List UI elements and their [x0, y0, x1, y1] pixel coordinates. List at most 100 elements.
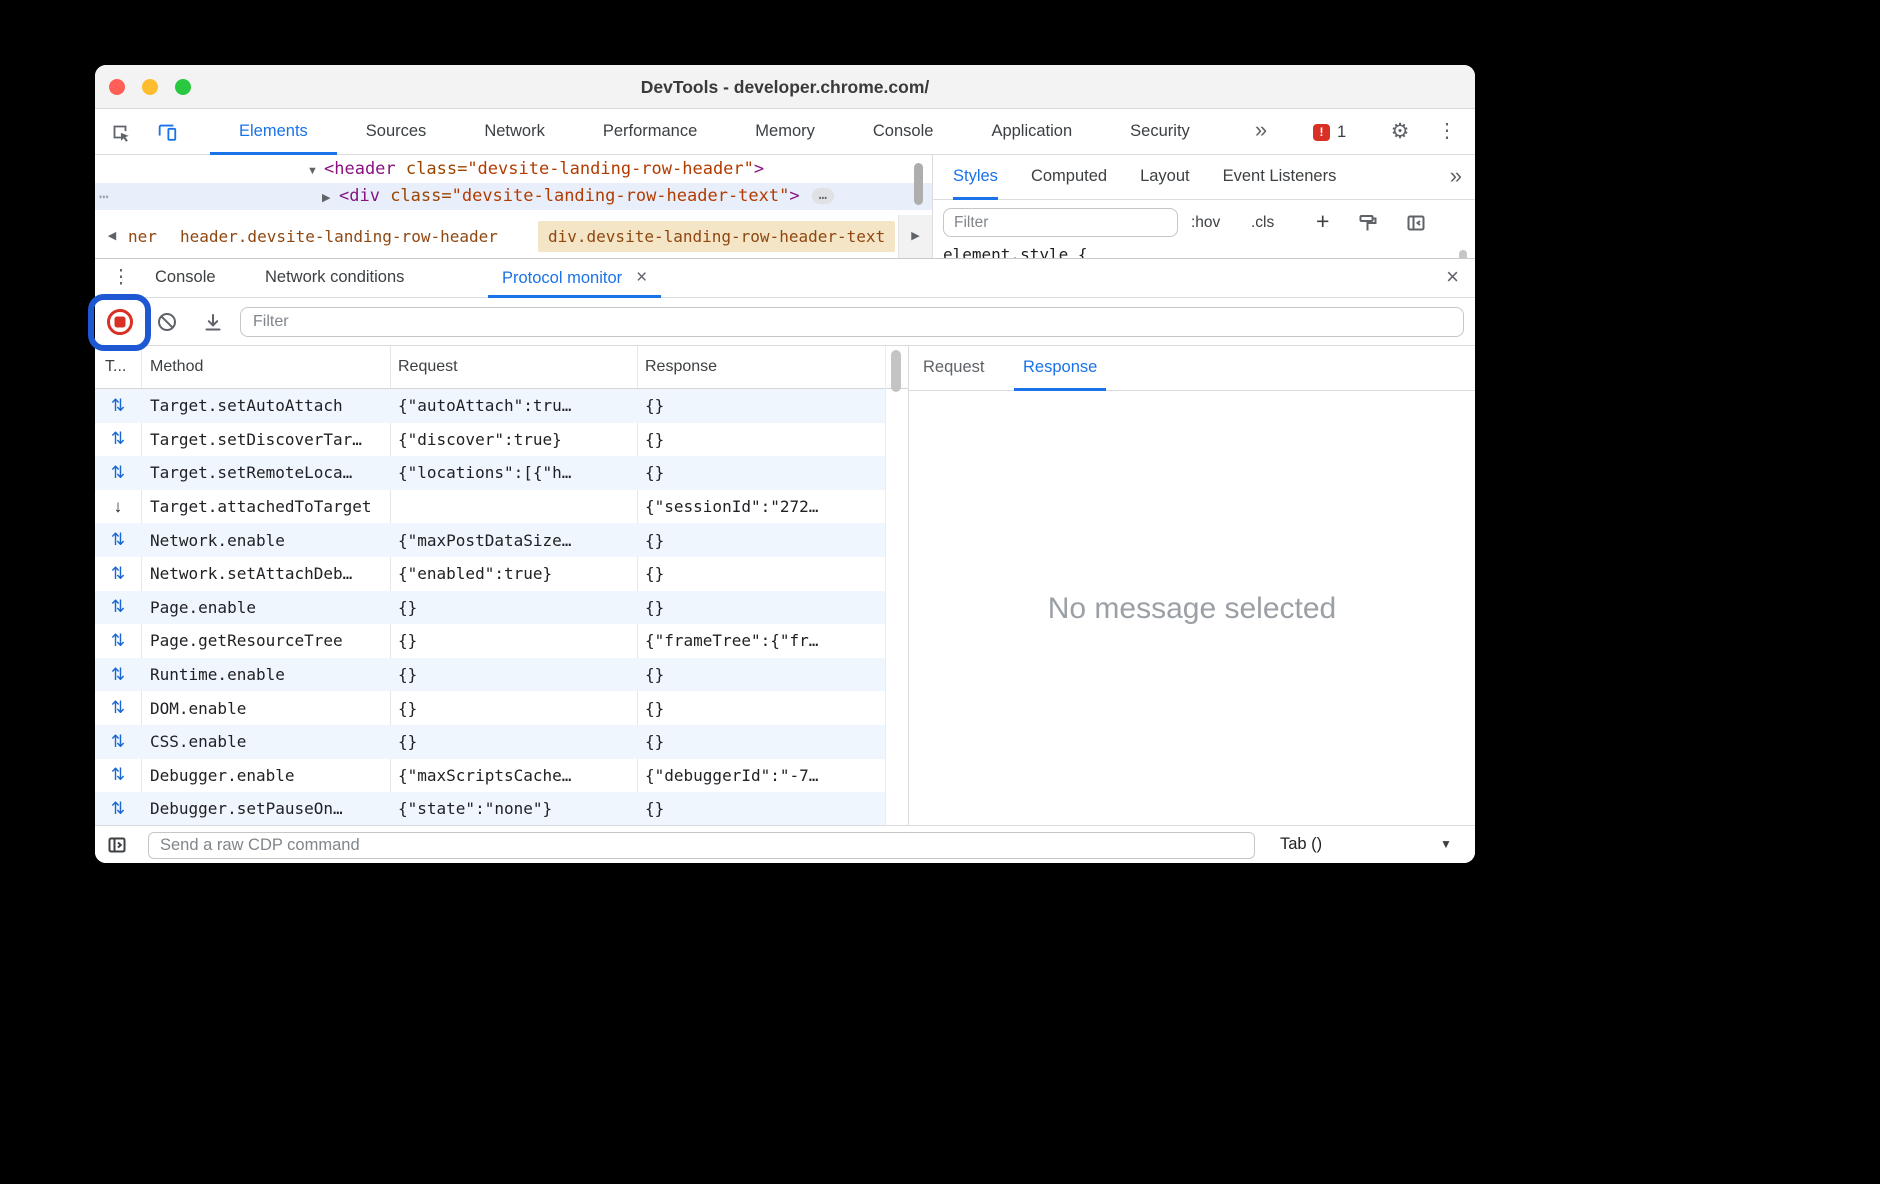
gutter-menu-icon[interactable]: ⋯	[99, 183, 109, 210]
request-cell: {}	[390, 732, 637, 751]
tab-label: Protocol monitor	[502, 269, 622, 287]
tab-performance[interactable]: Performance	[574, 109, 726, 155]
more-tabs-icon[interactable]: »	[1245, 109, 1277, 151]
method-cell: Page.getResourceTree	[141, 631, 390, 650]
dom-node-selected[interactable]: ▶<div class="devsite-landing-row-header-…	[95, 183, 932, 210]
zoom-window-button[interactable]	[175, 79, 191, 95]
close-tab-icon[interactable]: ×	[636, 267, 647, 288]
tab-console[interactable]: Console	[844, 109, 963, 155]
direction-icon: ⇅	[111, 631, 125, 650]
tab-event-listeners[interactable]: Event Listeners	[1223, 155, 1337, 200]
breadcrumb-scroll-right-icon[interactable]: ▶	[898, 215, 932, 258]
drawer-tab-strip: ⋮ Console Network conditions Protocol mo…	[95, 259, 1475, 298]
direction-cell: ↓	[95, 497, 141, 517]
expand-closed-icon[interactable]: ▶	[322, 185, 339, 212]
request-cell: {"discover":true}	[390, 430, 637, 449]
tab-application[interactable]: Application	[962, 109, 1101, 155]
main-menu-kebab-icon[interactable]: ⋮	[1437, 109, 1457, 154]
tab-security[interactable]: Security	[1101, 109, 1219, 155]
scrollbar-thumb[interactable]	[1459, 250, 1467, 258]
direction-icon: ⇅	[111, 530, 125, 549]
devtools-window: DevTools - developer.chrome.com/ Element…	[95, 65, 1475, 863]
paint-roller-icon[interactable]	[1357, 212, 1379, 234]
pseudo-state-button[interactable]: :hov	[1191, 200, 1220, 245]
table-row[interactable]: ⇅ Target.setRemoteLoca… {"locations":[{"…	[95, 456, 885, 490]
method-cell: Debugger.setPauseOn…	[141, 799, 390, 818]
bracket-token: >	[789, 186, 799, 206]
table-row[interactable]: ⇅ Page.enable {} {}	[95, 591, 885, 625]
dom-node-header[interactable]: ▼<header class="devsite-landing-row-head…	[95, 156, 932, 183]
column-header-request[interactable]: Request	[398, 346, 458, 388]
tab-request[interactable]: Request	[923, 346, 984, 391]
settings-gear-icon[interactable]: ⚙	[1387, 109, 1413, 154]
close-window-button[interactable]	[109, 79, 125, 95]
styles-filter-input[interactable]	[943, 208, 1178, 237]
response-cell: {}	[637, 396, 885, 415]
tab-network-conditions[interactable]: Network conditions	[265, 259, 404, 298]
tab-elements[interactable]: Elements	[210, 109, 337, 155]
new-style-rule-button[interactable]: +	[1316, 200, 1329, 245]
method-cell: Network.setAttachDeb…	[141, 564, 390, 583]
method-cell: Network.enable	[141, 531, 390, 550]
error-badge[interactable]: ! 1	[1313, 109, 1346, 155]
direction-icon: ↓	[114, 497, 123, 516]
scrollbar-thumb[interactable]	[914, 163, 923, 205]
attr-name-token: class=	[380, 186, 452, 206]
request-cell: {}	[390, 699, 637, 718]
table-row[interactable]: ⇅ Target.setAutoAttach {"autoAttach":tru…	[95, 389, 885, 423]
breadcrumb-item-clipped[interactable]: ner	[128, 215, 157, 258]
breadcrumb-item-selected[interactable]: div.devsite-landing-row-header-text	[538, 221, 895, 252]
device-toolbar-svg	[156, 121, 178, 143]
more-sidebar-tabs-icon[interactable]: »	[1450, 155, 1462, 196]
scrollbar-thumb[interactable]	[891, 350, 901, 392]
table-row[interactable]: ⇅ CSS.enable {} {}	[95, 725, 885, 759]
tab-computed[interactable]: Computed	[1031, 155, 1107, 200]
breadcrumb-scroll-left-icon[interactable]: ◀	[101, 215, 123, 258]
table-row[interactable]: ⇅ DOM.enable {} {}	[95, 691, 885, 725]
table-scrollbar[interactable]	[885, 346, 908, 826]
message-detail-pane: Request Response No message selected	[908, 346, 1475, 826]
dropdown-chevron-icon[interactable]: ▼	[1440, 826, 1452, 863]
table-row[interactable]: ⇅ Page.getResourceTree {} {"frameTree":{…	[95, 624, 885, 658]
table-row[interactable]: ⇅ Target.setDiscoverTar… {"discover":tru…	[95, 423, 885, 457]
styles-tab-strip: Styles Computed Layout Event Listeners »	[933, 155, 1475, 200]
tab-network[interactable]: Network	[455, 109, 574, 155]
column-header-method[interactable]: Method	[150, 346, 203, 388]
request-cell: {}	[390, 598, 637, 617]
response-cell: {}	[637, 598, 885, 617]
inline-ellipsis-button[interactable]: …	[812, 188, 834, 204]
tab-styles[interactable]: Styles	[953, 155, 998, 200]
tab-protocol-monitor[interactable]: Protocol monitor ×	[488, 259, 661, 298]
tab-response[interactable]: Response	[1014, 346, 1106, 391]
drawer-menu-kebab-icon[interactable]: ⋮	[111, 259, 131, 296]
target-selector[interactable]: Tab ()	[1280, 826, 1322, 863]
table-row[interactable]: ⇅ Network.enable {"maxPostDataSize… {}	[95, 523, 885, 557]
minimize-window-button[interactable]	[142, 79, 158, 95]
tab-layout[interactable]: Layout	[1140, 155, 1190, 200]
close-drawer-icon[interactable]: ×	[1446, 259, 1459, 295]
toggle-editor-icon[interactable]	[106, 834, 128, 856]
direction-cell: ⇅	[95, 463, 141, 483]
column-header-type[interactable]: T...	[105, 346, 126, 388]
table-row[interactable]: ⇅ Runtime.enable {} {}	[95, 658, 885, 692]
table-row[interactable]: ⇅ Network.setAttachDeb… {"enabled":true}…	[95, 557, 885, 591]
table-row[interactable]: ↓ Target.attachedToTarget {"sessionId":"…	[95, 490, 885, 524]
protocol-filter-input[interactable]	[240, 307, 1464, 337]
toggle-sidebar-icon[interactable]	[1405, 212, 1427, 234]
breadcrumb-item-header[interactable]: header.devsite-landing-row-header	[180, 215, 498, 258]
element-classes-button[interactable]: .cls	[1251, 200, 1274, 245]
device-toolbar-icon[interactable]	[151, 116, 183, 148]
save-download-icon[interactable]	[202, 311, 224, 333]
table-row[interactable]: ⇅ Debugger.setPauseOn… {"state":"none"} …	[95, 792, 885, 826]
clear-icon[interactable]	[156, 311, 178, 333]
tab-sources[interactable]: Sources	[337, 109, 456, 155]
inspect-element-icon[interactable]	[104, 116, 136, 148]
styles-sidebar: Styles Computed Layout Event Listeners »…	[932, 155, 1475, 258]
attr-name-token: class=	[396, 159, 468, 179]
column-header-response[interactable]: Response	[645, 346, 717, 388]
expand-open-icon[interactable]: ▼	[307, 158, 324, 185]
tab-memory[interactable]: Memory	[726, 109, 844, 155]
tab-drawer-console[interactable]: Console	[155, 259, 216, 298]
table-row[interactable]: ⇅ Debugger.enable {"maxScriptsCache… {"d…	[95, 759, 885, 793]
cdp-command-input[interactable]	[148, 832, 1255, 859]
